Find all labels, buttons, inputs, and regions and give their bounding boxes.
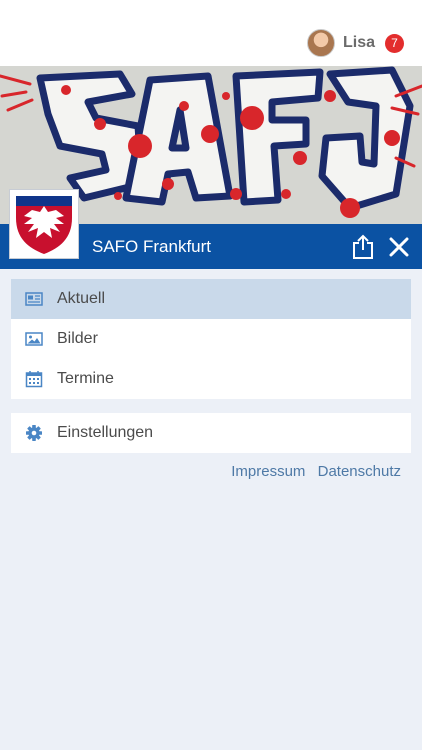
image-icon: [25, 332, 43, 346]
avatar[interactable]: [306, 29, 335, 57]
settings-menu: Einstellungen: [11, 413, 411, 453]
top-bar: Lisa 7: [0, 0, 422, 67]
menu-item-aktuell[interactable]: Aktuell: [11, 279, 411, 319]
menu-item-label: Aktuell: [57, 290, 106, 307]
menu-item-label: Bilder: [57, 330, 98, 347]
close-icon: [389, 237, 409, 257]
share-icon: [353, 234, 373, 259]
user-menu[interactable]: Lisa 7: [306, 28, 404, 58]
impressum-link[interactable]: Impressum: [231, 463, 305, 480]
share-button[interactable]: [350, 233, 376, 261]
footer-links: Impressum Datenschutz: [223, 463, 401, 480]
newspaper-icon: [25, 292, 43, 306]
notification-badge[interactable]: 7: [385, 33, 404, 53]
main-menu: Aktuell Bilder Termine: [11, 279, 411, 399]
datenschutz-link[interactable]: Datenschutz: [318, 463, 401, 480]
group-logo: [10, 190, 78, 258]
menu-item-termine[interactable]: Termine: [11, 359, 411, 399]
menu-item-einstellungen[interactable]: Einstellungen: [11, 413, 411, 453]
close-button[interactable]: [388, 236, 410, 258]
eagle-crest-icon: [16, 196, 72, 254]
menu-item-bilder[interactable]: Bilder: [11, 319, 411, 359]
menu-item-label: Termine: [57, 370, 114, 387]
calendar-icon: [25, 371, 43, 388]
group-name: SAFO Frankfurt: [92, 237, 212, 256]
user-name[interactable]: Lisa: [343, 34, 375, 52]
gear-icon: [26, 425, 42, 441]
menu-item-label: Einstellungen: [57, 424, 154, 441]
